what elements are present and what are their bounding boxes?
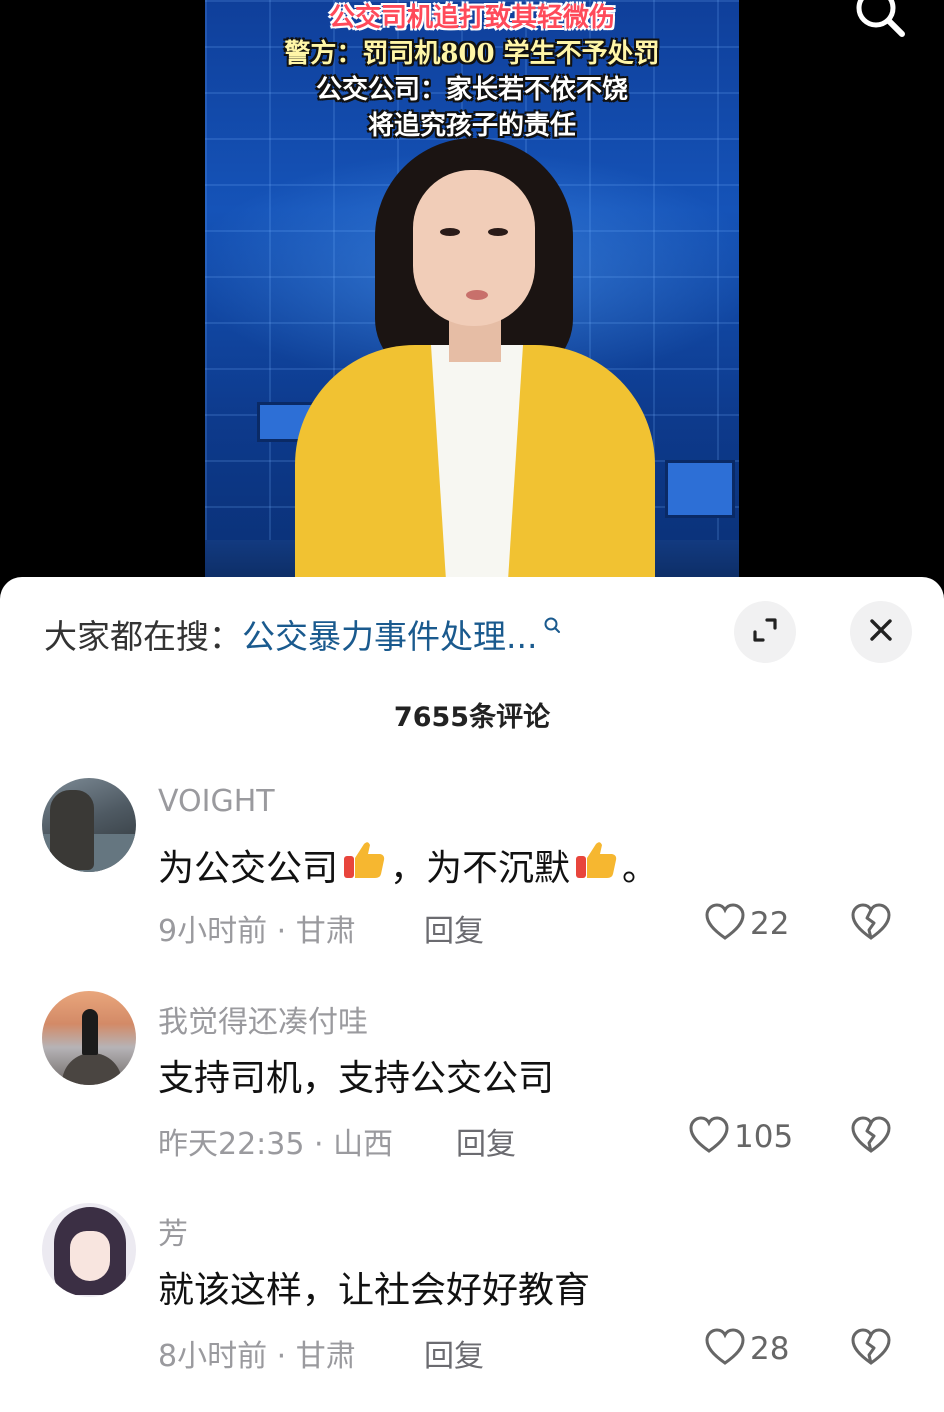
heart-icon [688,1115,730,1159]
comment-username[interactable]: 芳 [158,1209,188,1253]
close-icon [868,617,894,647]
expand-icon [750,615,780,649]
dislike-button[interactable] [850,1327,892,1371]
dislike-button[interactable] [850,1115,892,1159]
video-headline: 公交司机追打致其轻微伤 警方：罚司机800 学生不予处罚 公交公司：家长若不依不… [205,0,739,144]
like-count: 105 [734,1119,794,1155]
headline-line-2: 警方：罚司机800 学生不予处罚 [284,39,660,69]
comment-username[interactable]: 我觉得还凑付哇 [158,997,368,1041]
like-button[interactable]: 105 [688,1115,793,1159]
anchor-face [413,170,535,326]
avatar[interactable] [42,991,136,1085]
thumbs-up-icon [340,836,388,893]
comment-location: 甘肃 [295,914,356,949]
comment-location: 甘肃 [295,1339,356,1374]
comment-meta: 昨天22:35 · 山西 [158,1119,393,1163]
comment-meta: 8小时前 · 甘肃 [158,1331,356,1375]
comment-text-part: ，为不沉默 [390,847,571,889]
comment-text-part: 。 [622,847,659,889]
comment-location: 山西 [333,1127,394,1162]
reply-button[interactable]: 回复 [424,1331,484,1375]
comment-text: 支持司机，支持公交公司 [158,1058,555,1099]
broken-heart-icon [850,1328,892,1371]
comment-time: 9小时前 [158,914,268,949]
trending-search-term[interactable]: 公交暴力事件处理... [242,610,537,658]
like-count: 22 [750,906,790,942]
avatar[interactable] [42,1203,136,1297]
headline-line-1: 公交司机追打致其轻微伤 [328,3,615,33]
like-button[interactable]: 28 [704,1327,789,1371]
headline-line-3: 公交公司：家长若不依不饶 [315,75,628,105]
comment-meta: 9小时前 · 甘肃 [158,906,356,950]
trending-search-prefix: 大家都在搜： [44,617,242,656]
meta-separator: · [267,914,296,949]
close-button[interactable] [850,601,912,663]
comment-item: VOIGHT 为公交公司 ，为不沉默 。 9小时前 · 甘肃 回复 22 [0,778,944,978]
comment-item: 我觉得还凑付哇 支持司机，支持公交公司 昨天22:35 · 山西 回复 105 [0,991,944,1191]
broken-heart-icon [850,903,892,946]
comment-panel: 大家都在搜： 公交暴力事件处理... 7655条评论 VOIGHT 为公交公司 … [0,577,944,1412]
like-count: 28 [750,1331,790,1367]
comment-text-part: 为公交公司 [158,847,339,889]
thumbs-up-icon [572,836,620,893]
heart-icon [704,1327,746,1371]
reply-button[interactable]: 回复 [456,1119,516,1163]
video-frame[interactable]: 公交司机追打致其轻微伤 警方：罚司机800 学生不予处罚 公交公司：家长若不依不… [205,0,739,600]
expand-button[interactable] [734,601,796,663]
avatar[interactable] [42,778,136,872]
like-button[interactable]: 22 [704,902,789,946]
video-player[interactable]: 公交司机追打致其轻微伤 警方：罚司机800 学生不予处罚 公交公司：家长若不依不… [0,0,944,600]
headline-line-4: 将追究孩子的责任 [367,111,576,141]
comment-text: 为公交公司 ，为不沉默 。 [158,836,658,893]
anchor-mouth [466,290,488,300]
trending-search-bar[interactable]: 大家都在搜： 公交暴力事件处理... [44,607,684,661]
heart-icon [704,902,746,946]
search-icon[interactable] [852,0,910,44]
meta-separator: · [267,1339,296,1374]
reply-button[interactable]: 回复 [424,906,484,950]
anchor-eye [488,228,508,236]
comment-text: 就该这样，让社会好好教育 [158,1270,591,1311]
anchor-eye [440,228,460,236]
search-icon [543,616,561,638]
comment-time: 8小时前 [158,1339,268,1374]
comment-count: 7655条评论 [393,702,551,733]
meta-separator: · [304,1127,334,1162]
broken-heart-icon [850,1116,892,1159]
comment-username[interactable]: VOIGHT [158,784,275,819]
comment-time: 昨天22:35 [158,1127,305,1162]
dislike-button[interactable] [850,902,892,946]
comment-item: 芳 就该这样，让社会好好教育 8小时前 · 甘肃 回复 28 [0,1203,944,1403]
